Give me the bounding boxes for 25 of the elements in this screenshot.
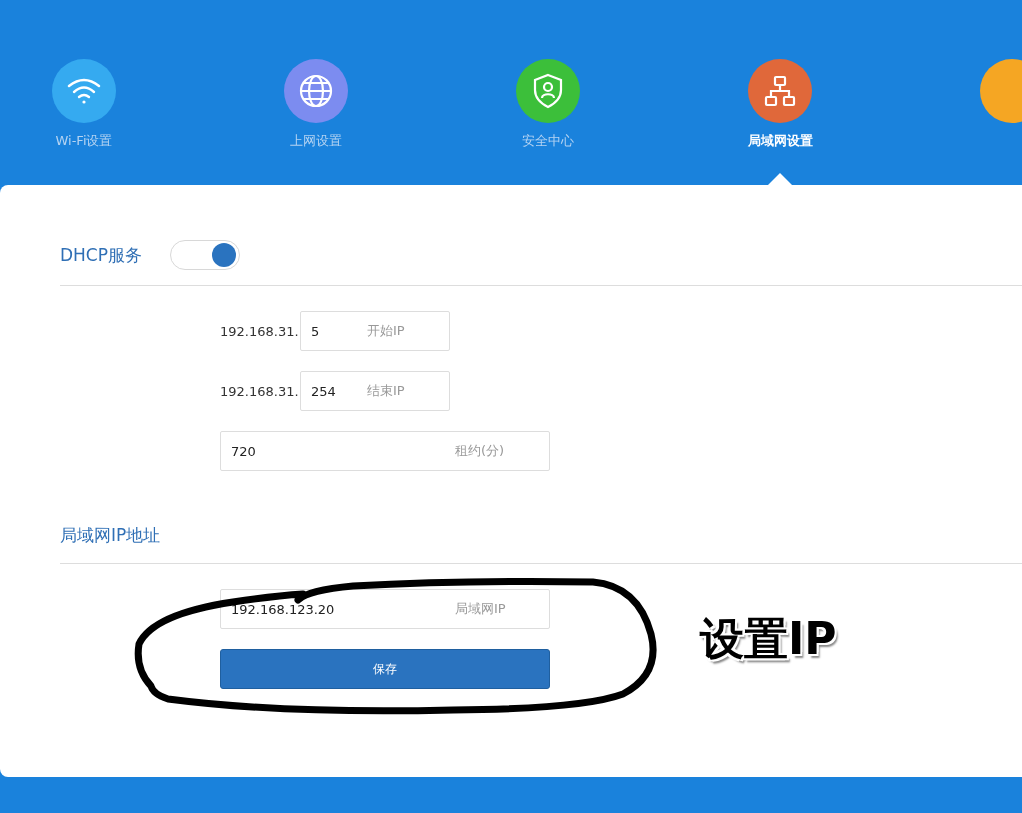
field-label: 租约(分)	[455, 442, 505, 460]
globe-icon	[298, 73, 334, 109]
wifi-icon	[66, 76, 102, 106]
save-button[interactable]: 保存	[220, 649, 550, 689]
field-label: 局域网IP	[455, 600, 506, 618]
field-value: 5	[311, 323, 321, 339]
input-field[interactable]: 5 开始IP	[300, 311, 450, 351]
nav-tab[interactable]: 上网设置	[284, 59, 516, 185]
field-value: 254	[311, 383, 337, 399]
ip-prefix: 192.168.31.	[220, 383, 300, 399]
section-title: 局域网IP地址	[60, 523, 161, 547]
field-label: 开始IP	[367, 322, 405, 340]
input-field[interactable]: 254 结束IP	[300, 371, 450, 411]
input-field[interactable]: 192.168.123.20 局域网IP	[220, 589, 550, 629]
input-field[interactable]: 720 租约(分)	[220, 431, 550, 471]
nav-tab[interactable]: 安全中心	[516, 59, 748, 185]
network-icon	[763, 74, 797, 108]
section-title: DHCP服务	[60, 243, 142, 267]
field-value: 720	[231, 443, 257, 459]
field-label: 结束IP	[367, 382, 405, 400]
ip-prefix: 192.168.31.	[220, 323, 300, 339]
shield-user-icon	[532, 73, 564, 109]
nav-tab[interactable]: Wi-Fi设置	[52, 59, 284, 185]
field-value: 192.168.123.20	[231, 601, 336, 617]
annotation-text: 设置IP	[700, 612, 837, 666]
